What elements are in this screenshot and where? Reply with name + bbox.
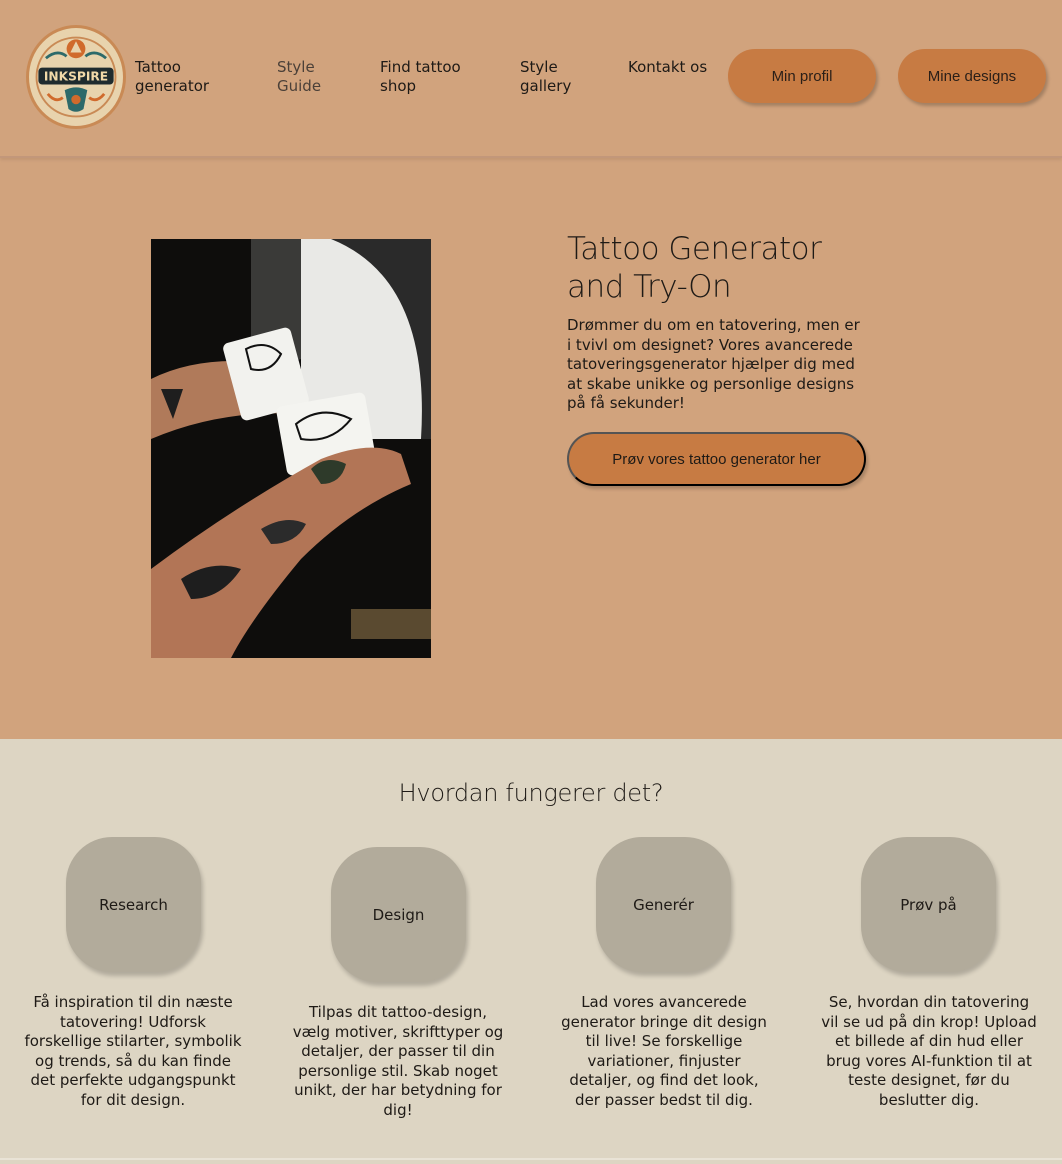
step-research-text: Få inspiration til din næste tatovering!…: [24, 993, 242, 1109]
site-header: INKSPIRE Tattoo generator Style Guide Fi…: [0, 0, 1062, 158]
logo-graphic: INKSPIRE: [30, 31, 122, 123]
step-design-badge: Design: [331, 847, 466, 982]
nav-kontakt-os[interactable]: Kontakt os: [628, 58, 708, 77]
tattoo-artist-illustration: [151, 239, 431, 658]
hero-tattoo-photo: [151, 239, 431, 658]
inkspire-logo-icon[interactable]: INKSPIRE: [26, 25, 126, 129]
hero-description: Drømmer du om en tatovering, men er i tv…: [567, 316, 860, 412]
try-generator-button[interactable]: Prøv vores tattoo generator her: [567, 432, 866, 486]
my-profile-button[interactable]: Min profil: [728, 49, 876, 103]
step-research-badge: Research: [66, 837, 201, 972]
hero-title: Tattoo Generator and Try-On: [567, 231, 822, 305]
my-designs-button[interactable]: Mine designs: [898, 49, 1046, 103]
nav-style-guide[interactable]: Style Guide: [277, 58, 357, 96]
nav-find-tattoo-shop[interactable]: Find tattoo shop: [380, 58, 490, 96]
nav-tattoo-generator[interactable]: Tattoo generator: [135, 58, 245, 96]
footer-divider: [0, 1158, 1062, 1160]
step-try-on-badge: Prøv på: [861, 837, 996, 972]
step-generate-text: Lad vores avancerede generator bringe di…: [561, 993, 767, 1109]
step-generate-badge: Generér: [596, 837, 731, 972]
nav-style-gallery[interactable]: Style gallery: [520, 58, 600, 96]
section-title: Hvordan fungerer det?: [398, 779, 664, 807]
step-try-on-text: Se, hvordan din tatovering vil se ud på …: [821, 993, 1037, 1109]
logo-text: INKSPIRE: [44, 70, 108, 84]
step-design-text: Tilpas dit tattoo-design, vælg motiver, …: [292, 1003, 504, 1119]
